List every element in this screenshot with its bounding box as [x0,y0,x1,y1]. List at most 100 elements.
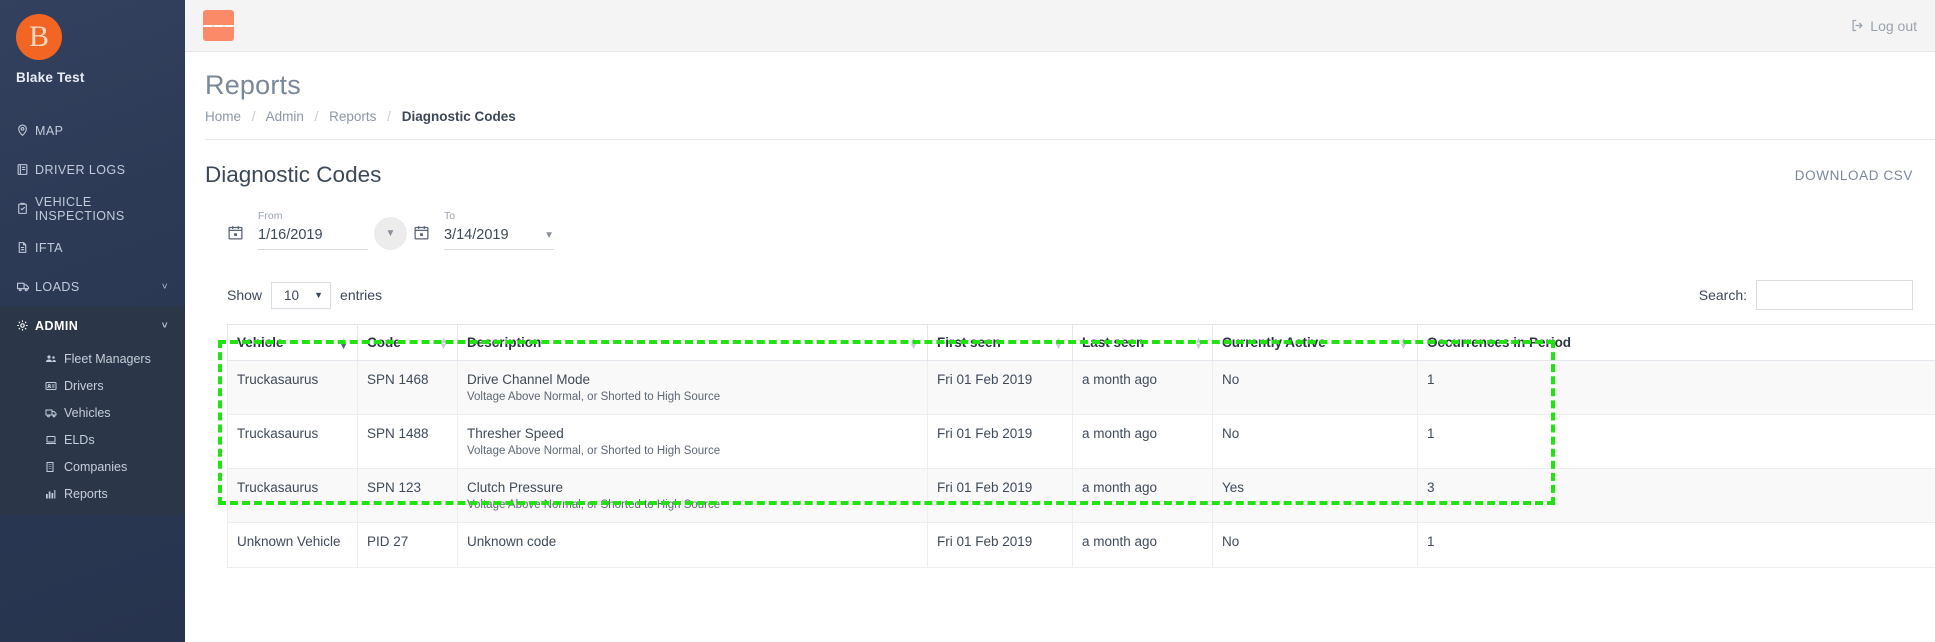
column-header-description[interactable]: Description ▲ ▼ [457,324,928,361]
sidebar-subitem-label: ELDs [64,432,95,447]
table-row[interactable]: Unknown Vehicle PID 27 Unknown code Fri … [227,522,1935,568]
cell-last-seen: a month ago [1072,360,1213,415]
cell-last-seen: a month ago [1072,414,1213,469]
card-title: Diagnostic Codes [205,162,382,187]
table-row[interactable]: Truckasaurus SPN 1468 Drive Channel Mode… [227,360,1935,415]
sidebar-subitem-label: Fleet Managers [64,351,151,366]
column-label: Vehicle [237,335,284,350]
cell-vehicle: Unknown Vehicle [227,522,358,568]
calendar-icon[interactable] [227,224,244,241]
sidebar-item-map[interactable]: MAP [0,111,185,150]
cell-occurrences: 1 [1417,522,1935,568]
cell-code: SPN 1468 [357,360,458,415]
breadcrumb-item-home[interactable]: Home [205,109,241,124]
logout-button[interactable]: Log out [1850,18,1917,34]
search-input[interactable] [1756,280,1913,310]
from-date-dropdown-button[interactable]: ▼ [374,217,407,250]
truck-icon [16,280,35,293]
cell-currently-active: Yes [1212,468,1418,523]
sidebar-item-ifta[interactable]: IFTA [0,228,185,267]
breadcrumb: Home / Admin / Reports / Diagnostic Code… [205,109,1935,124]
chevron-down-icon[interactable]: ˅ [162,281,168,292]
to-date-field[interactable]: To 3/14/2019 ▼ [444,210,554,250]
sidebar-subitem-drivers[interactable]: Drivers [0,372,185,399]
column-header-occurrences[interactable]: Occurrences in Period ▲▼ [1417,324,1935,361]
sidebar-subitem-label: Vehicles [64,405,111,420]
sidebar-subitem-fleet-managers[interactable]: Fleet Managers [0,345,185,372]
breadcrumb-item-reports[interactable]: Reports [329,109,376,124]
sidebar-subitem-label: Drivers [64,378,104,393]
breadcrumb-separator: / [314,109,319,124]
search-label: Search: [1698,287,1747,303]
hamburger-bar [213,24,224,27]
logout-label: Log out [1870,17,1917,34]
cell-description: Unknown code [457,522,928,568]
chevron-down-icon: ▼ [385,228,396,239]
table-body: Truckasaurus SPN 1468 Drive Channel Mode… [227,360,1935,568]
breadcrumb-separator: / [387,109,391,124]
brand-name: Blake Test [16,70,85,85]
table-row[interactable]: Truckasaurus SPN 123 Clutch Pressure Vol… [227,468,1935,523]
file-icon [16,241,35,254]
cell-currently-active: No [1212,414,1418,469]
cell-last-seen: a month ago [1072,468,1213,523]
description-title: Unknown code [467,534,557,549]
sidebar-item-loads[interactable]: LOADS ˅ [0,267,185,306]
sidebar-item-admin[interactable]: ADMIN ˅ [0,306,185,345]
column-header-vehicle[interactable]: Vehicle ▲ ▼ [227,324,358,361]
cell-last-seen: a month ago [1072,522,1213,568]
cell-code: PID 27 [357,522,458,568]
sidebar-item-driver-logs[interactable]: DRIVER LOGS [0,150,185,189]
cell-first-seen: Fri 01 Feb 2019 [927,468,1073,523]
column-header-first-seen[interactable]: First seen ▲ ▼ [927,324,1073,361]
entries-label: entries [340,287,383,303]
hamburger-bar [203,24,214,27]
column-header-code[interactable]: Code ▲ ▼ [357,324,458,361]
hamburger-icon[interactable] [203,10,234,41]
to-date-label: To [444,210,456,222]
users-icon [44,353,64,365]
table-row[interactable]: Truckasaurus SPN 1488 Thresher Speed Vol… [227,414,1935,469]
entries-per-page-select[interactable]: 10 ▼ [271,281,332,309]
cell-vehicle: Truckasaurus [227,360,358,415]
column-label: Occurrences in Period [1427,335,1572,350]
from-date-field[interactable]: From 1/16/2019 [258,210,368,250]
calendar-icon[interactable] [413,224,430,241]
download-csv-button[interactable]: DOWNLOAD CSV [1795,162,1913,183]
gear-icon [16,319,35,332]
cell-description: Drive Channel Mode Voltage Above Normal,… [457,360,928,415]
sidebar-item-label: VEHICLE INSPECTIONS [35,194,125,223]
sidebar-subitem-elds[interactable]: ELDs [0,426,185,453]
cell-vehicle: Truckasaurus [227,468,358,523]
chevron-down-icon[interactable]: ▼ [544,230,554,241]
breadcrumb-separator: / [251,109,256,124]
column-header-last-seen[interactable]: Last seen ▲ ▼ [1072,324,1213,361]
sidebar-item-vehicle-inspections[interactable]: VEHICLE INSPECTIONS [0,189,185,228]
sidebar-subitem-label: Companies [64,459,128,474]
sidebar-subitem-vehicles[interactable]: Vehicles [0,399,185,426]
cell-first-seen: Fri 01 Feb 2019 [927,522,1073,568]
table-header-row: Vehicle ▲ ▼ Code ▲ ▼ Description ▲ ▼ Fir… [227,324,1935,361]
page-divider [205,139,1935,140]
chevron-down-icon[interactable]: ˅ [162,320,168,331]
cell-occurrences: 3 [1417,468,1935,523]
description-subtitle: Voltage Above Normal, or Shorted to High… [467,499,721,511]
breadcrumb-item-admin[interactable]: Admin [266,109,304,124]
app-root: B Blake Test MAP DRIVER LOGS VEHICLE INS… [0,0,1935,642]
topbar: Log out [185,0,1935,52]
sidebar-item-label: DRIVER LOGS [35,162,126,177]
clipboard-check-icon [16,202,35,215]
to-date-input[interactable]: 3/14/2019 ▼ [444,227,554,250]
sidebar-subitem-reports[interactable]: Reports [0,480,185,507]
from-date-input[interactable]: 1/16/2019 [258,227,368,250]
column-header-currently-active[interactable]: Currently Active ▲ ▼ [1212,324,1418,361]
cell-occurrences: 1 [1417,360,1935,415]
column-label: Currently Active [1222,335,1326,350]
page-title: Reports [205,70,301,100]
cell-code: SPN 1488 [357,414,458,469]
sidebar-subitem-companies[interactable]: Companies [0,453,185,480]
column-label: Description [467,335,542,350]
sort-icon: ▲ ▼ [1194,334,1203,351]
brand-block: B Blake Test [0,0,185,101]
table-head: Vehicle ▲ ▼ Code ▲ ▼ Description ▲ ▼ Fir… [227,324,1935,361]
